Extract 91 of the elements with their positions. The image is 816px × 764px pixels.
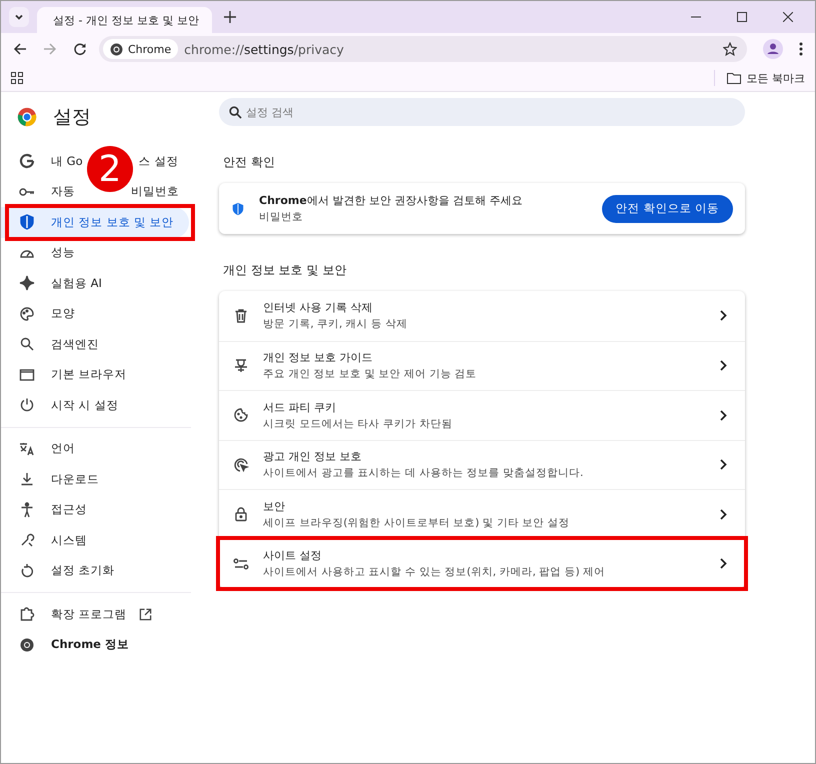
lock-icon bbox=[233, 506, 249, 522]
person-icon bbox=[19, 502, 35, 518]
row-title: 서드 파티 쿠키 bbox=[263, 400, 337, 415]
row-subtitle: 사이트에서 사용하고 표시할 수 있는 정보(위치, 카메라, 팝업 등) 제어 bbox=[263, 565, 606, 580]
sidebar-item[interactable]: 시작 시 설정 bbox=[1, 390, 189, 420]
chrome-icon bbox=[19, 636, 35, 653]
chevron-down-icon bbox=[14, 12, 24, 22]
settings-row[interactable]: 인터넷 사용 기록 삭제 방문 기록, 쿠키, 캐시 등 삭제 bbox=[219, 291, 745, 340]
spark-icon bbox=[19, 275, 35, 292]
url-text: chrome://settings/privacy bbox=[184, 42, 344, 56]
sliders-icon bbox=[233, 556, 249, 572]
row-title: 개인 정보 보호 가이드 bbox=[263, 350, 374, 366]
settings-row[interactable]: 사이트 설정 사이트에서 사용하고 표시할 수 있는 정보(위치, 카메라, 팝업 등) 제어 bbox=[219, 538, 745, 588]
sidebar-item[interactable]: 시스템 bbox=[1, 525, 189, 556]
tab-list-button[interactable] bbox=[9, 7, 29, 27]
row-title: 광고 개인 정보 보호 bbox=[263, 449, 362, 464]
g-icon bbox=[19, 153, 35, 170]
puzzle-icon bbox=[19, 606, 35, 622]
sidebar-item-text[interactable]: 자동 bbox=[51, 184, 75, 200]
settings-row[interactable]: 보안 세이프 브라우징(위험한 사이트로부터 보호) 및 기타 보안 설정 bbox=[219, 489, 745, 538]
power-icon bbox=[19, 397, 35, 414]
tab-title: 설정 - 개인 정보 보호 및 보안 bbox=[53, 12, 199, 28]
chevron-right-icon bbox=[720, 558, 727, 570]
section-heading: 안전 확인 bbox=[223, 154, 276, 171]
new-tab-icon[interactable] bbox=[224, 11, 236, 23]
safety-check-title: Chrome에서 발견한 보안 권장사항을 검토해 주세요 bbox=[259, 193, 524, 208]
chevron-right-icon bbox=[720, 459, 727, 470]
row-title: 인터넷 사용 기록 삭제 bbox=[263, 300, 374, 316]
sidebar-item-text[interactable]: 스 설정 bbox=[138, 154, 178, 169]
address-bar[interactable]: Chrome chrome://settings/privacy bbox=[99, 36, 747, 62]
sidebar-item[interactable]: Chrome 정보 bbox=[1, 630, 189, 660]
trash-icon bbox=[233, 308, 249, 324]
chevron-right-icon bbox=[720, 410, 727, 421]
shield-icon bbox=[231, 200, 245, 216]
sidebar-item[interactable]: 설정 초기화 bbox=[1, 556, 189, 586]
sidebar-item-text[interactable]: 내 Go bbox=[51, 154, 83, 169]
row-subtitle: 사이트에서 광고를 표시하는 데 사용하는 정보를 맞춤설정합니다. bbox=[263, 466, 584, 480]
sidebar-item[interactable]: 언어 bbox=[1, 434, 189, 464]
folder-icon bbox=[726, 72, 740, 84]
safety-check-subtitle: 비밀번호 bbox=[259, 210, 304, 224]
row-subtitle: 주요 개인 정보 보호 및 보안 제어 기능 검토 bbox=[263, 367, 478, 382]
chrome-icon bbox=[110, 42, 123, 56]
search-icon bbox=[19, 336, 35, 352]
wrench-icon bbox=[19, 532, 35, 548]
settings-title: 설정 bbox=[53, 105, 91, 130]
chevron-right-icon bbox=[720, 310, 727, 322]
row-subtitle: 시크릿 모드에서는 타사 쿠키가 차단됨 bbox=[263, 416, 454, 431]
window-icon bbox=[19, 366, 35, 383]
sidebar-item[interactable]: 기본 브라우저 bbox=[1, 360, 189, 390]
download-icon bbox=[19, 471, 35, 488]
close-icon[interactable] bbox=[783, 12, 793, 22]
sidebar-item[interactable]: 검색엔진 bbox=[1, 329, 189, 360]
menu-icon[interactable] bbox=[799, 42, 803, 56]
section-heading: 개인 정보 보호 및 보안 bbox=[223, 262, 348, 279]
search-field[interactable]: 설정 검색 bbox=[219, 98, 745, 126]
sidebar-item-text[interactable]: 비밀번호 bbox=[131, 184, 179, 200]
safety-check-button[interactable]: 안전 확인으로 이동 bbox=[602, 194, 733, 222]
sidebar-item[interactable]: 모양 bbox=[1, 298, 189, 329]
reload-icon[interactable] bbox=[73, 42, 87, 56]
reset-icon bbox=[19, 562, 35, 579]
settings-row[interactable]: 서드 파티 쿠키 시크릿 모드에서는 타사 쿠키가 차단됨 bbox=[219, 390, 745, 440]
sidebar-item[interactable]: 다운로드 bbox=[1, 464, 189, 494]
row-title: 사이트 설정 bbox=[263, 548, 322, 564]
guide-icon bbox=[233, 358, 249, 374]
translate-icon bbox=[19, 440, 35, 457]
star-icon[interactable] bbox=[723, 42, 737, 56]
target-icon bbox=[233, 456, 249, 473]
row-title: 보안 bbox=[263, 498, 286, 514]
settings-row[interactable]: 개인 정보 보호 가이드 주요 개인 정보 보호 및 보안 제어 기능 검토 bbox=[219, 340, 745, 390]
row-subtitle: 세이프 브라우징(위험한 사이트로부터 보호) 및 기타 보안 설정 bbox=[263, 516, 571, 530]
all-bookmarks-button[interactable]: 모든 북마크 bbox=[726, 70, 805, 86]
apps-icon[interactable] bbox=[11, 72, 23, 84]
sidebar-item[interactable]: 성능 bbox=[1, 238, 189, 268]
row-subtitle: 방문 기록, 쿠키, 캐시 등 삭제 bbox=[263, 317, 408, 332]
chevron-right-icon bbox=[720, 360, 727, 372]
sidebar-item[interactable]: 실험용 AI bbox=[1, 268, 189, 298]
step-number-badge: 2 bbox=[87, 146, 133, 192]
chevron-right-icon bbox=[720, 508, 727, 520]
settings-row[interactable]: 광고 개인 정보 보호 사이트에서 광고를 표시하는 데 사용하는 정보를 맞춤설정합니다. bbox=[219, 440, 745, 489]
browser-tab[interactable]: 설정 - 개인 정보 보호 및 보안 bbox=[37, 7, 212, 33]
external-link-icon bbox=[138, 608, 152, 621]
palette-icon bbox=[19, 306, 35, 322]
sidebar-item[interactable]: 접근성 bbox=[1, 494, 189, 525]
profile-icon[interactable] bbox=[763, 39, 783, 59]
cookie-icon bbox=[233, 407, 249, 424]
site-chip[interactable]: Chrome bbox=[103, 39, 178, 59]
search-icon bbox=[229, 106, 242, 118]
back-icon[interactable] bbox=[13, 42, 27, 56]
sidebar-item[interactable]: 확장 프로그램 bbox=[1, 599, 189, 630]
maximize-icon[interactable] bbox=[737, 12, 747, 22]
chrome-logo-icon bbox=[17, 107, 37, 127]
